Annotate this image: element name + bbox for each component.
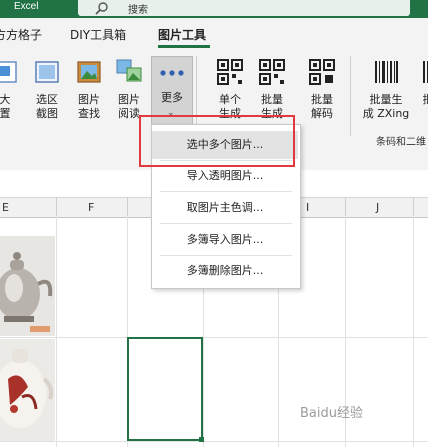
menu-separator xyxy=(160,223,292,224)
highlight-annotation-box xyxy=(139,115,295,167)
tab-fangfanggezi[interactable]: 方方格子 xyxy=(0,26,42,43)
button-label: 批 xyxy=(418,93,428,107)
batch-zxing-button[interactable]: 批量生 成 ZXing xyxy=(360,58,412,121)
ribbon-tabs: 方方格子 DIY工具箱 图片工具 xyxy=(0,18,428,48)
qr-code-icon xyxy=(259,59,285,85)
grid-line xyxy=(0,337,428,338)
button-label: 大 xyxy=(0,93,11,106)
title-bar: Excel 搜索 xyxy=(0,0,428,18)
picture-gallery-icon xyxy=(116,59,142,82)
picture-icon xyxy=(77,61,101,83)
image-find-button[interactable]: 图片 查找 xyxy=(72,58,106,121)
menu-item-multi-workbook-delete[interactable]: 多簿删除图片... xyxy=(152,257,298,285)
button-label: 图片 xyxy=(78,93,100,106)
search-input[interactable]: 搜索 xyxy=(128,1,148,16)
grid-line xyxy=(0,441,428,442)
button-label: 解码 xyxy=(311,107,333,120)
button-label: 查找 xyxy=(78,107,100,120)
menu-item-extract-main-color[interactable]: 取图片主色调... xyxy=(152,194,298,222)
button-label: 成 ZXing xyxy=(362,107,410,120)
more-dots-icon xyxy=(160,70,184,76)
barcode-icon xyxy=(375,61,398,83)
tab-image-tools[interactable]: 图片工具 xyxy=(158,26,206,43)
teapot-image-2[interactable] xyxy=(0,339,55,441)
qr-code-icon xyxy=(217,59,243,85)
image-reader-button[interactable]: 图片 阅读 xyxy=(112,58,146,121)
menu-item-multi-workbook-import[interactable]: 多簿导入图片... xyxy=(152,226,298,254)
screenshot-region-button[interactable]: 选区 截图 xyxy=(30,58,64,121)
batch-qr-generate-button[interactable]: 批量 生成 xyxy=(254,58,290,121)
ribbon-button-partial[interactable]: 大 置 xyxy=(0,58,18,121)
column-divider xyxy=(127,198,128,216)
ribbon-group-label: 条码和二维 xyxy=(376,137,426,148)
app-title: Excel xyxy=(14,1,39,12)
menu-separator xyxy=(160,255,292,256)
button-label: 选区 xyxy=(36,93,58,106)
grid-line xyxy=(56,216,57,447)
column-divider xyxy=(413,198,414,216)
image-resize-icon xyxy=(0,61,17,83)
grid-line xyxy=(413,216,414,447)
tab-diy-toolbox[interactable]: DIY工具箱 xyxy=(70,26,126,43)
button-label: 批量 xyxy=(261,93,283,106)
screenshot-icon xyxy=(35,61,59,83)
batch-decode-button[interactable]: 批量 解码 xyxy=(304,58,340,121)
barcode-icon xyxy=(423,61,428,83)
button-label: 单个 xyxy=(219,93,241,106)
button-label: 图片 xyxy=(118,93,140,106)
button-label: 批量生 xyxy=(369,93,403,106)
teapot-image-1[interactable] xyxy=(0,236,55,336)
watermark: Baidu经验 xyxy=(300,406,363,421)
search-box[interactable]: 搜索 xyxy=(78,0,410,16)
column-header-e[interactable]: E xyxy=(2,201,9,214)
button-label: 置 xyxy=(0,107,11,120)
selected-cell[interactable] xyxy=(127,337,203,441)
qr-decode-icon xyxy=(309,59,335,85)
column-header-j[interactable]: J xyxy=(376,201,379,214)
button-label: 批量 xyxy=(311,93,333,106)
single-qr-generate-button[interactable]: 单个 生成 xyxy=(212,58,248,121)
ribbon-button-partial-right[interactable]: 批 xyxy=(418,58,428,107)
column-header-f[interactable]: F xyxy=(88,201,94,214)
search-icon xyxy=(95,2,108,15)
button-label: 截图 xyxy=(36,107,58,120)
menu-separator xyxy=(160,191,292,192)
column-divider xyxy=(56,198,57,216)
column-divider xyxy=(345,198,346,216)
ribbon-separator xyxy=(350,56,351,136)
column-header-i[interactable]: I xyxy=(306,201,309,214)
fill-handle[interactable] xyxy=(199,437,204,442)
more-button-label: 更多 xyxy=(161,91,183,104)
